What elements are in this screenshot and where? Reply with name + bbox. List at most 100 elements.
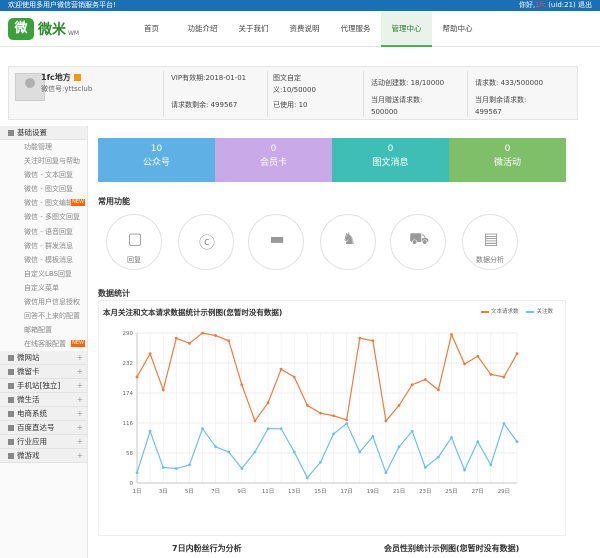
card-label: 会员卡 xyxy=(259,158,287,168)
nav-help[interactable]: 帮助中心 xyxy=(432,11,483,47)
sidebar-group[interactable]: 微生活 + xyxy=(0,393,87,408)
sidebar-item[interactable]: 邮箱配置 xyxy=(0,323,87,337)
expand-icon: + xyxy=(76,409,83,419)
nav-pricing[interactable]: 资费说明 xyxy=(279,11,330,47)
data-point xyxy=(253,450,257,454)
sidebar-group[interactable]: 百度直达号 + xyxy=(0,421,87,436)
series-line-0 xyxy=(136,332,518,423)
sidebar-item[interactable]: 微信 - 文本回复 xyxy=(0,168,87,182)
sidebar-item[interactable]: 微信 - 群发消息 xyxy=(0,239,87,253)
data-point xyxy=(214,445,218,449)
divider xyxy=(267,71,268,117)
data-point xyxy=(476,354,480,358)
username-link[interactable]: 1fc xyxy=(535,1,546,9)
sidebar-item[interactable]: 微信 - 模板消息 xyxy=(0,253,87,267)
section-title-gender: 会员性别统计示例图(您暂时没有数据) xyxy=(384,544,520,553)
nav-about[interactable]: 关于我们 xyxy=(228,11,279,47)
shortcut-reply[interactable]: ▢ 回复 xyxy=(106,214,162,270)
sidebar-item[interactable]: 微信 - 图文回复 xyxy=(0,182,87,196)
data-point xyxy=(188,341,191,345)
card-num: 0 xyxy=(270,144,277,154)
data-point xyxy=(371,435,375,438)
shortcut-5[interactable]: ⛟ xyxy=(390,214,446,270)
sidebar-group-label: 电商系统 xyxy=(17,409,47,419)
legend-swatch xyxy=(526,310,535,313)
account-summary: 1fc地方 微信号:yttsclub VIP有效期:2018-01-01 请求数… xyxy=(8,66,578,120)
vip-label: VIP有效期: xyxy=(171,74,206,82)
nav-features[interactable]: 功能介绍 xyxy=(177,11,228,47)
uid-text: (uid:21) xyxy=(548,1,576,9)
data-point xyxy=(384,471,388,475)
sidebar-group[interactable]: 微游戏 + xyxy=(0,449,87,464)
logo-badge-icon: 微 xyxy=(8,18,34,40)
divider xyxy=(467,71,468,117)
account-name-text: 1fc地方 xyxy=(41,73,71,82)
shortcut-3[interactable]: ▬ xyxy=(248,214,304,270)
chart-title: 本月关注和文本请求数据统计示例图(您暂时没有数据) xyxy=(103,308,283,317)
sidebar-item[interactable]: 自定义LBS回复 xyxy=(0,267,87,281)
data-point xyxy=(305,476,309,480)
sidebar-group-label: 微留卡 xyxy=(17,367,40,377)
new-badge: NEW xyxy=(71,340,85,348)
data-point xyxy=(423,378,427,381)
sidebar-group-basic[interactable]: 基础设置 xyxy=(0,126,87,140)
sidebar-item[interactable]: 微信 - 语音回复 xyxy=(0,225,87,239)
card-label: 微活动 xyxy=(493,158,521,168)
data-point xyxy=(502,422,506,425)
sidebar-item[interactable]: 功能管理 xyxy=(0,140,87,154)
sidebar-item[interactable]: 关注时回复与帮助 xyxy=(0,154,87,168)
nav-agent[interactable]: 代理服务 xyxy=(330,11,381,47)
sidebar-item[interactable]: 微信用户信息授权 xyxy=(0,295,87,309)
sidebar-group-label: 微游戏 xyxy=(17,451,40,461)
shortcut-label: 回复 xyxy=(127,256,141,264)
sidebar-item[interactable]: 微信 - 多图文回复 xyxy=(0,210,87,224)
sidebar-item[interactable]: 回答不上来的配置 xyxy=(0,309,87,323)
card-num: 10 xyxy=(150,144,163,154)
divider xyxy=(163,71,164,117)
sidebar-item[interactable]: 微信 - 图文编辑器 NEW xyxy=(0,196,87,210)
nav-admin[interactable]: 管理中心 xyxy=(381,11,432,47)
legend-label: 关注数 xyxy=(536,309,553,315)
x-tick-label: 15日 xyxy=(314,488,327,495)
data-point xyxy=(450,333,453,336)
legend-item-follows[interactable]: 关注数 xyxy=(526,307,553,315)
card-articles[interactable]: 0 图文消息 xyxy=(332,138,449,182)
nav-home[interactable]: 首页 xyxy=(126,11,177,47)
card-activities[interactable]: 0 微活动 xyxy=(449,138,566,182)
request-count: 请求数: 433/500000 xyxy=(475,79,544,87)
sidebar-group[interactable]: 微留卡 + xyxy=(0,365,87,380)
summary-cards: 10 公众号 0 会员卡 0 图文消息 0 微活动 xyxy=(98,138,566,182)
expand-icon: + xyxy=(76,451,83,461)
sidebar-group[interactable]: 微网站 + xyxy=(0,351,87,366)
card-membership[interactable]: 0 会员卡 xyxy=(215,138,332,182)
legend-item-text-requests[interactable]: 文本请求数 xyxy=(480,307,518,315)
data-point xyxy=(345,422,349,425)
sidebar-item[interactable]: 自定义菜单 xyxy=(0,281,87,295)
sidebar-group-label: 微生活 xyxy=(17,395,40,405)
card-label: 公众号 xyxy=(142,158,170,168)
e-icon: ⓒ xyxy=(198,233,215,252)
x-tick-label: 13日 xyxy=(288,488,301,495)
expand-icon: + xyxy=(76,353,83,363)
user-area: 你好,1fc (uid:21) 退出 xyxy=(519,0,592,11)
shortcut-analytics[interactable]: ▤ 数据分析 xyxy=(462,214,518,270)
legend-swatch xyxy=(480,310,489,313)
x-tick-label: 7日 xyxy=(211,488,220,495)
card-accounts[interactable]: 10 公众号 xyxy=(98,138,215,182)
common-functions: ▢ 回复 ⓒ ▬ ♞ ⛟ ▤ 数据分析 xyxy=(98,210,566,270)
logo[interactable]: 微 微米 WM xyxy=(8,17,79,41)
shortcut-2[interactable]: ⓒ xyxy=(178,214,234,270)
sidebar-item[interactable]: 在线客服配置 NEW xyxy=(0,337,87,351)
sidebar-group[interactable]: 行业应用 + xyxy=(0,435,87,450)
sidebar-group[interactable]: 电商系统 + xyxy=(0,407,87,422)
chart-legend[interactable]: 文本请求数 关注数 xyxy=(480,307,553,315)
data-point xyxy=(371,339,375,343)
group-icon xyxy=(8,439,14,446)
sidebar-group[interactable]: 手机站[独立] + xyxy=(0,379,87,394)
data-point xyxy=(397,445,401,449)
x-tick-label: 21日 xyxy=(393,488,406,495)
logout-link[interactable]: 退出 xyxy=(578,1,592,9)
y-tick-label: 116 xyxy=(123,421,134,427)
x-tick-label: 27日 xyxy=(471,488,484,495)
shortcut-4[interactable]: ♞ xyxy=(320,214,376,270)
